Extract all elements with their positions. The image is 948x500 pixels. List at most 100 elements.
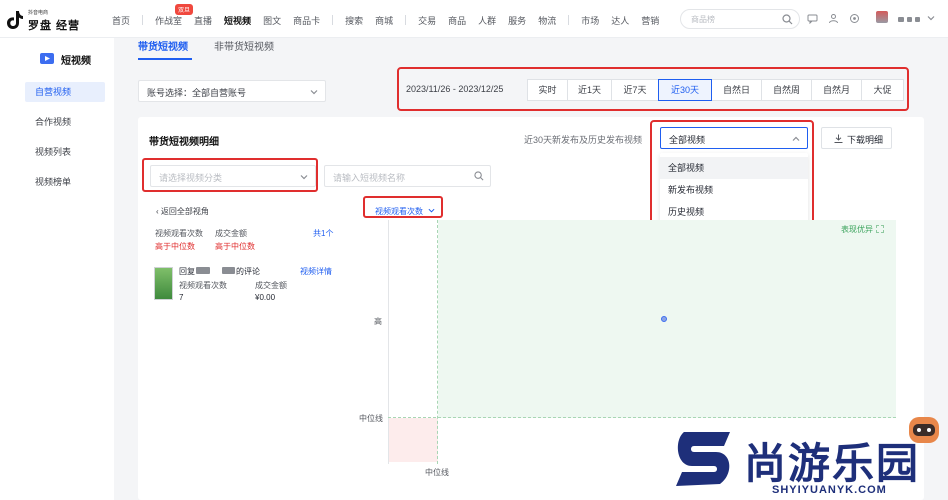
video-stat-views-value: 7 <box>179 293 184 302</box>
nav-item-home[interactable]: 首页 <box>112 14 130 27</box>
watermark-url: SHYIYUANYK.COM <box>772 484 887 496</box>
date-option-natural-month[interactable]: 自然月 <box>811 79 862 101</box>
dropdown-option-new[interactable]: 新发布视频 <box>660 179 808 201</box>
sidebar-item-video-ranking[interactable]: 视频榜单 <box>25 172 105 192</box>
panel-title: 带货短视频明细 <box>149 137 219 148</box>
sidebar-item-self-video[interactable]: 自营视频 <box>25 82 105 102</box>
video-detail-link[interactable]: 视频详情 <box>300 266 332 277</box>
video-stat-gmv-label: 成交金额 <box>255 281 287 290</box>
nav-divider <box>405 15 407 25</box>
video-stat-gmv-value: ¥0.00 <box>255 293 276 302</box>
quadrant-bottom-left <box>388 418 438 462</box>
sidebar-title: 短视频 <box>61 56 91 67</box>
summary-tag-gmv: 高于中位数 <box>215 242 255 251</box>
scatter-point[interactable] <box>661 316 667 322</box>
nav-item-short-video[interactable]: 短视频 <box>224 14 251 27</box>
x-median-line <box>437 220 438 464</box>
redacted-text <box>196 267 210 274</box>
video-type-select[interactable]: 全部视频 <box>660 127 808 149</box>
date-option-natural-day[interactable]: 自然日 <box>711 79 762 101</box>
search-icon[interactable] <box>474 171 484 181</box>
settings-icon[interactable] <box>849 13 860 24</box>
sidebar-item-video-list[interactable]: 视频列表 <box>25 142 105 162</box>
nav-item-marketing[interactable]: 营销 <box>641 14 659 27</box>
date-option-natural-week[interactable]: 自然周 <box>761 79 812 101</box>
y-median-line <box>388 417 896 418</box>
nav-divider <box>568 15 570 25</box>
date-option-realtime[interactable]: 实时 <box>527 79 568 101</box>
expand-icon[interactable] <box>876 225 884 233</box>
category-placeholder: 请选择视频分类 <box>159 173 223 183</box>
panel-note: 近30天新发布及历史发布视频 <box>524 135 643 145</box>
video-name-placeholder: 请输入短视频名称 <box>333 173 406 183</box>
nav-item-service[interactable]: 服务 <box>508 14 526 27</box>
brand-small-text: 抖音电商 <box>28 10 49 16</box>
sidebar-item-partner-video[interactable]: 合作视频 <box>25 112 105 132</box>
download-button[interactable]: 下载明细 <box>821 127 892 149</box>
nav-item-war-room[interactable]: 作战室 <box>155 14 182 27</box>
summary-metric-views: 视频观看次数 <box>155 229 203 238</box>
x-median-label: 中位线 <box>425 468 449 477</box>
sidebar: 短视频 自营视频 合作视频 视频列表 视频榜单 <box>0 38 114 500</box>
watermark-text: 尚游乐园 <box>744 439 921 488</box>
user-name-redacted <box>907 17 912 22</box>
date-range-picker[interactable]: 2023/11/26 - 2023/12/25 <box>406 84 503 94</box>
account-select[interactable]: 账号选择：全部自营账号 <box>138 80 326 102</box>
chevron-down-icon <box>300 175 308 180</box>
video-thumbnail[interactable] <box>154 267 173 300</box>
nav-divider <box>142 15 144 25</box>
y-axis-line <box>388 220 389 464</box>
top-navbar: 抖音电商 罗盘 经营 首页 作战室 直播 短视频 图文 商品卡 搜索 商城 交易… <box>0 0 948 38</box>
nav-item-live[interactable]: 直播 <box>194 14 212 27</box>
user-name-redacted <box>898 17 904 22</box>
video-icon <box>40 53 54 64</box>
dropdown-option-all[interactable]: 全部视频 <box>660 157 808 179</box>
nav-item-audience[interactable]: 人群 <box>478 14 496 27</box>
user-name-redacted <box>915 17 920 22</box>
nav-item-mall[interactable]: 商城 <box>375 14 393 27</box>
message-icon[interactable] <box>807 13 818 24</box>
back-link[interactable]: ‹ 返回全部视角 <box>156 206 209 217</box>
nav-item-image-text[interactable]: 图文 <box>263 14 281 27</box>
nav-item-product[interactable]: 商品 <box>448 14 466 27</box>
date-option-30day[interactable]: 近30天 <box>658 79 712 101</box>
summary-total-count: 共1个 <box>313 229 334 238</box>
chevron-down-icon <box>310 90 318 95</box>
chevron-down-icon <box>428 208 435 213</box>
redacted-text <box>222 267 235 274</box>
search-icon[interactable] <box>782 14 793 25</box>
nav-item-market[interactable]: 市场 <box>581 14 599 27</box>
tab-selling-videos[interactable]: 带货短视频 <box>138 38 188 53</box>
download-icon <box>834 134 843 143</box>
search-input[interactable]: 商品榜 <box>680 9 800 29</box>
brand-name: 罗盘 经营 <box>28 20 81 32</box>
chevron-down-icon[interactable] <box>927 14 935 22</box>
douyin-logo-icon <box>7 11 23 29</box>
avatar[interactable] <box>876 11 888 23</box>
metric-select[interactable]: 视频观看次数 <box>375 206 435 217</box>
nav-item-product-card[interactable]: 商品卡 <box>293 14 320 27</box>
y-axis-high-label: 高 <box>374 317 382 326</box>
nav-item-transaction[interactable]: 交易 <box>418 14 436 27</box>
metric-select-value: 视频观看次数 <box>375 207 423 216</box>
quadrant-label-excellent: 表现优异 <box>841 225 873 234</box>
brand-logo[interactable]: 抖音电商 罗盘 经营 <box>6 8 86 32</box>
watermark: 尚游乐园 SHYIYUANYK.COM <box>666 428 948 500</box>
chevron-up-icon <box>792 136 800 141</box>
nav-item-logistics[interactable]: 物流 <box>538 14 556 27</box>
tab-non-selling-videos[interactable]: 非带货短视频 <box>214 38 274 53</box>
nav-item-search[interactable]: 搜索 <box>345 14 363 27</box>
video-name-search[interactable]: 请输入短视频名称 <box>324 165 491 187</box>
sidebar-header: 短视频 <box>40 51 110 67</box>
main-nav: 首页 作战室 直播 短视频 图文 商品卡 搜索 商城 交易 商品 人群 服务 物… <box>112 13 671 27</box>
promo-badge: 双旦 <box>175 4 194 15</box>
video-title-suffix: 的评论 <box>236 267 260 276</box>
download-label: 下载明细 <box>847 135 884 145</box>
date-option-7day[interactable]: 近7天 <box>611 79 659 101</box>
nav-divider <box>332 15 334 25</box>
nav-item-creator[interactable]: 达人 <box>611 14 629 27</box>
date-option-1day[interactable]: 近1天 <box>567 79 612 101</box>
category-select[interactable]: 请选择视频分类 <box>150 165 316 187</box>
date-option-promotion[interactable]: 大促 <box>861 79 904 101</box>
user-icon[interactable] <box>828 13 839 24</box>
